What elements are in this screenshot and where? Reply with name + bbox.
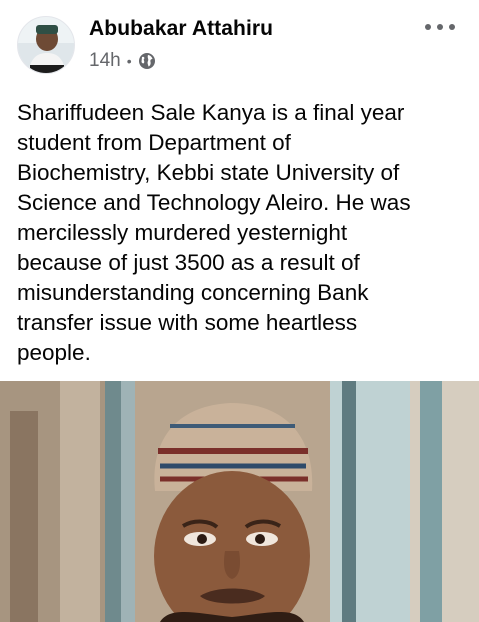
post-timestamp[interactable]: 14h	[89, 50, 121, 72]
more-dot	[425, 24, 431, 30]
avatar-photo	[18, 17, 74, 73]
post-photo[interactable]	[0, 381, 479, 622]
globe-icon	[138, 52, 156, 70]
more-dot	[449, 24, 455, 30]
facebook-post: Abubakar Attahiru 14h • Shariffudeen Sal…	[0, 0, 479, 622]
author-avatar[interactable]	[17, 16, 75, 74]
post-header: Abubakar Attahiru 14h •	[0, 0, 479, 90]
post-text: Shariffudeen Sale Kanya is a final year …	[17, 100, 411, 365]
meta-separator: •	[126, 53, 132, 69]
photo-image	[0, 381, 479, 622]
author-name[interactable]: Abubakar Attahiru	[89, 17, 273, 41]
post-meta: 14h •	[89, 50, 156, 72]
more-options-icon[interactable]	[425, 15, 455, 39]
more-dot	[437, 24, 443, 30]
